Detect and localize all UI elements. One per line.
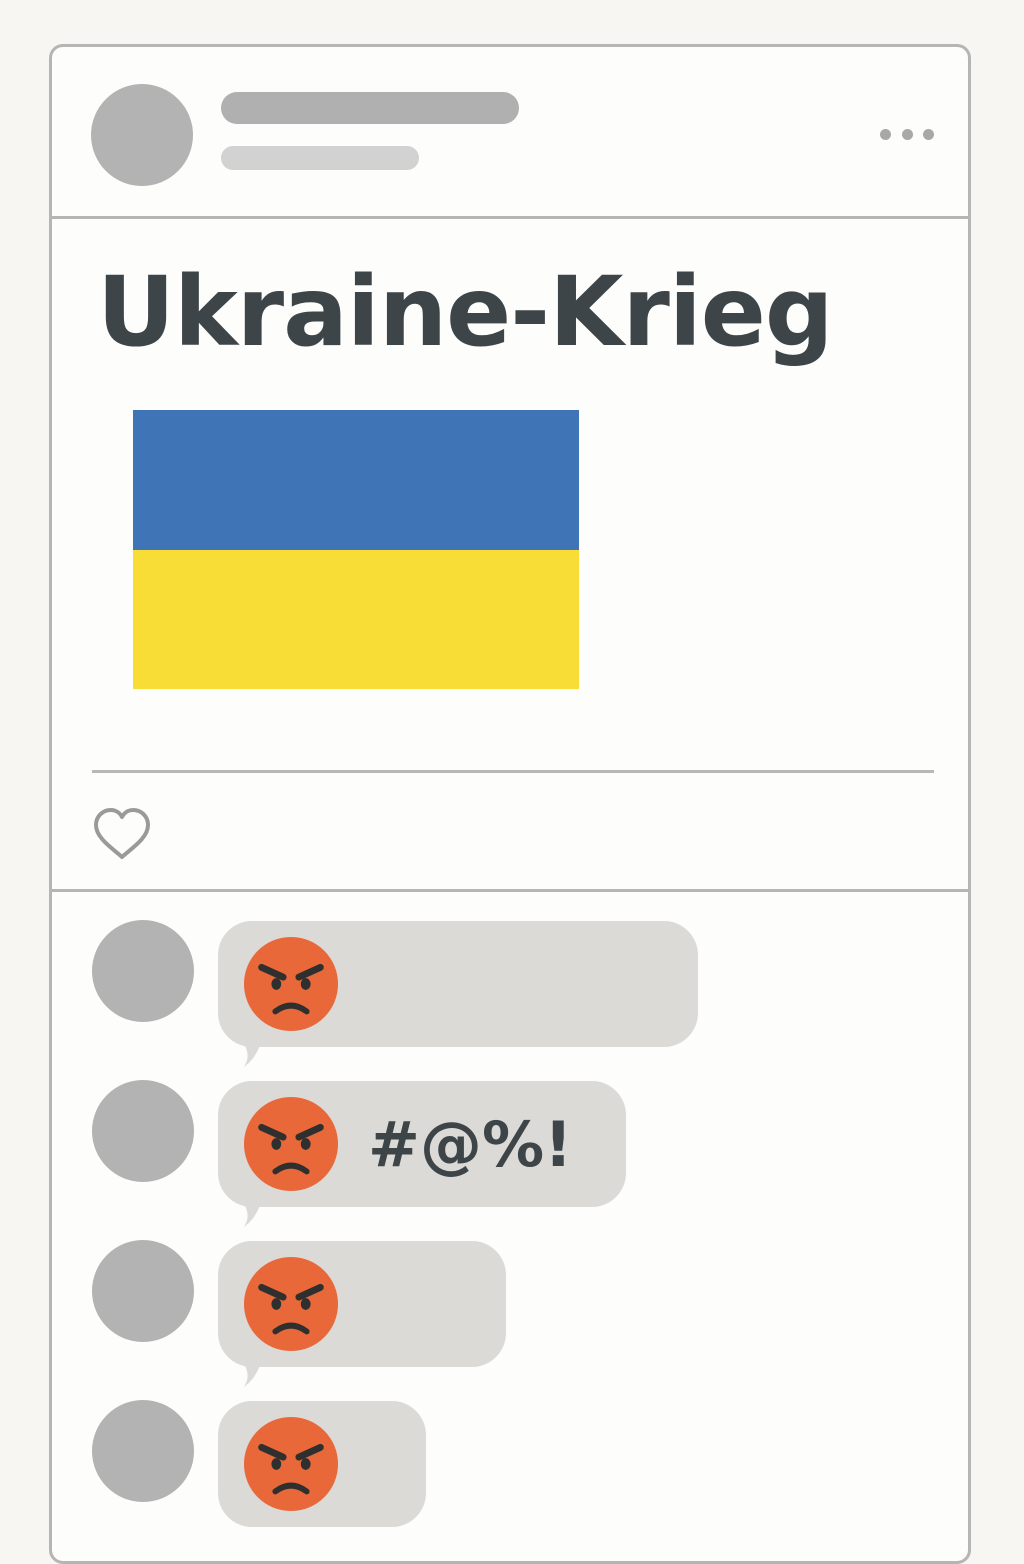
post-meta-placeholder [221,146,419,170]
comment-bubble[interactable] [218,921,698,1067]
post-card: Ukraine-Krieg #@%! [49,44,971,1564]
angry-face-icon [243,936,339,1032]
angry-face-icon [243,1096,339,1192]
comment-item: #@%! [52,1080,968,1227]
bubble-tail [232,1349,268,1387]
more-options-button[interactable] [872,117,942,151]
commenter-avatar[interactable] [92,920,194,1022]
header-divider [52,216,968,219]
more-horizontal-icon [880,128,891,140]
comment-item [52,1400,968,1540]
more-dot [901,128,913,140]
ukraine-flag-image [133,410,579,689]
author-name-placeholder[interactable] [221,92,519,124]
comment-bubble[interactable] [218,1401,426,1527]
comment-item [52,920,968,1067]
flag-blue-stripe [133,410,579,550]
heart-outline-icon [94,808,150,859]
comment-text: #@%! [368,1107,573,1181]
post-header [52,47,968,219]
bubble-tail [232,1189,268,1227]
author-avatar[interactable] [91,84,193,186]
commenter-avatar[interactable] [92,1400,194,1502]
flag-yellow-stripe [133,549,579,689]
like-button[interactable] [90,805,154,863]
comment-item [52,1240,968,1387]
commenter-avatar[interactable] [92,1240,194,1342]
more-dot [923,128,934,140]
commenter-avatar[interactable] [92,1080,194,1182]
bubble-tail [232,1029,268,1067]
angry-face-icon [243,1416,339,1512]
comments-divider [52,889,968,892]
content-divider [92,770,934,773]
angry-face-icon [243,1256,339,1352]
comment-bubble[interactable] [218,1241,506,1387]
comment-bubble[interactable]: #@%! [218,1081,626,1227]
post-title: Ukraine-Krieg [97,256,834,368]
